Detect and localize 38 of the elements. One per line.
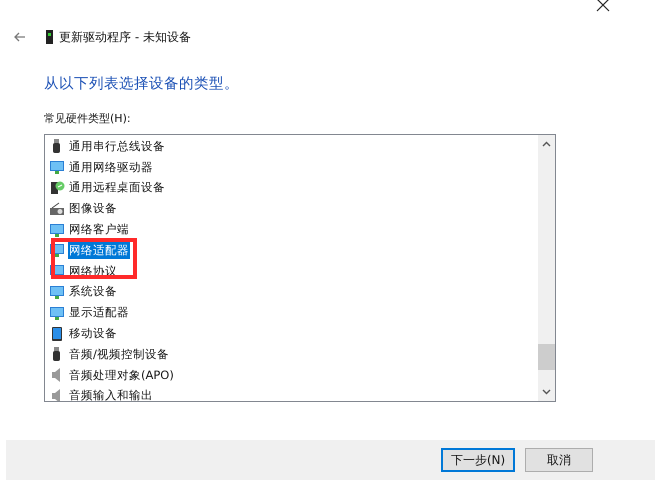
next-button[interactable]: 下一步(N) <box>441 448 515 472</box>
list-item[interactable]: 音频处理对象(APO) <box>45 364 538 386</box>
scroll-thumb[interactable] <box>538 344 555 370</box>
instruction-heading: 从以下列表选择设备的类型。 <box>44 75 240 93</box>
close-icon[interactable] <box>596 0 610 12</box>
item-label: 音频输入和输出 <box>68 387 154 401</box>
phone-icon <box>49 326 65 342</box>
list-item[interactable]: 通用串行总线设备 <box>45 136 538 157</box>
item-label: 通用串行总线设备 <box>68 138 166 155</box>
list-item[interactable]: 通用远程桌面设备 <box>45 178 538 198</box>
list-item[interactable]: 通用网络驱动器 <box>45 156 538 178</box>
list-item[interactable]: 网络适配器 <box>45 240 538 261</box>
cancel-button[interactable]: 取消 <box>525 448 593 472</box>
item-label: 图像设备 <box>68 200 118 218</box>
item-label: 通用远程桌面设备 <box>68 179 166 196</box>
scrollbar[interactable] <box>538 135 555 401</box>
item-label: 音频/视频控制设备 <box>68 346 170 363</box>
list-item[interactable]: 移动设备 <box>45 323 538 344</box>
list-item[interactable]: 音频输入和输出 <box>45 386 538 401</box>
item-label: 系统设备 <box>68 283 118 300</box>
item-label: 网络客户端 <box>68 221 130 238</box>
list-item[interactable]: 系统设备 <box>45 282 538 302</box>
item-label: 网络适配器 <box>68 242 130 259</box>
list-item[interactable]: 网络客户端 <box>45 219 538 240</box>
list-item[interactable]: 图像设备 <box>45 198 538 220</box>
item-label: 音频处理对象(APO) <box>68 366 175 384</box>
scroll-down-icon[interactable] <box>542 389 551 395</box>
list-item[interactable]: 显示适配器 <box>45 302 538 324</box>
camera-icon <box>49 200 65 217</box>
item-label: 移动设备 <box>68 325 118 342</box>
window-title: 更新驱动程序 - 未知设备 <box>59 28 191 46</box>
device-icon <box>46 30 53 44</box>
list-item[interactable]: 音频/视频控制设备 <box>45 344 538 365</box>
list-label: 常见硬件类型(H): <box>44 111 132 126</box>
back-arrow-icon[interactable] <box>14 32 26 42</box>
item-label: 显示适配器 <box>68 304 130 322</box>
item-label: 通用网络驱动器 <box>68 158 154 176</box>
scroll-up-icon[interactable] <box>542 141 551 147</box>
